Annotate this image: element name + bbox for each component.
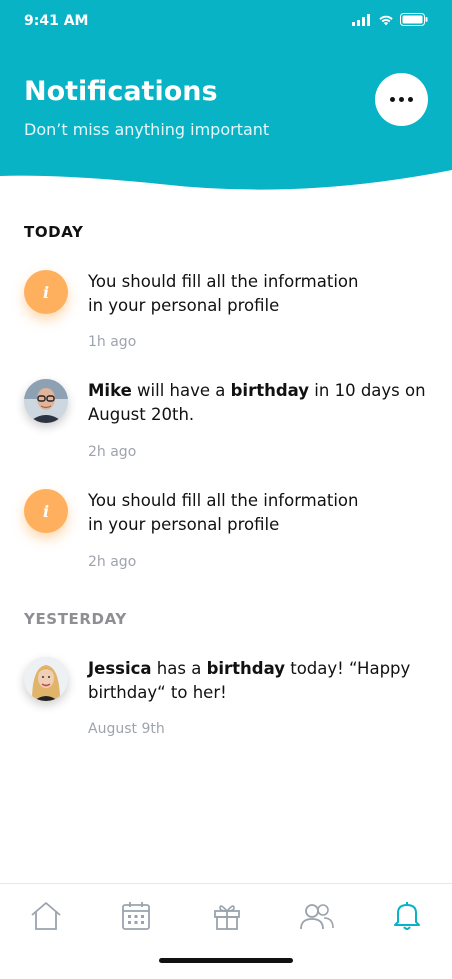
more-dot bbox=[408, 97, 413, 102]
more-dot bbox=[390, 97, 395, 102]
gift-icon bbox=[214, 905, 240, 930]
notification-time: August 9th bbox=[88, 721, 165, 737]
notification-text: Mike will have a birthday in 10 days on … bbox=[88, 379, 433, 427]
people-icon bbox=[300, 904, 334, 930]
notification-line1: You should fill all the information bbox=[88, 491, 359, 510]
bell-icon bbox=[394, 902, 420, 930]
page-title: Notifications bbox=[24, 76, 218, 107]
tab-notifications[interactable] bbox=[389, 898, 425, 934]
notification-line1: You should fill all the information bbox=[88, 272, 359, 291]
notification-text: You should fill all the information in y… bbox=[88, 270, 433, 318]
info-icon: i bbox=[24, 270, 68, 314]
notification-text-part: has a bbox=[151, 659, 207, 678]
notification-name: Mike bbox=[88, 381, 132, 400]
notification-text-part: today! “Happy bbox=[285, 659, 411, 678]
tab-home[interactable] bbox=[28, 898, 64, 934]
home-icon bbox=[31, 902, 61, 930]
status-time: 9:41 AM bbox=[24, 13, 89, 29]
info-glyph: i bbox=[42, 501, 50, 521]
avatar-jessica bbox=[24, 657, 68, 701]
tab-bar bbox=[0, 883, 452, 979]
notification-text-part: will have a bbox=[131, 381, 231, 400]
notification-time: 1h ago bbox=[88, 334, 137, 350]
notification-line2: August 20th. bbox=[88, 405, 195, 424]
notification-line2: in your personal profile bbox=[88, 296, 280, 315]
notification-line2: birthday“ to her! bbox=[88, 683, 227, 702]
section-today: TODAY bbox=[24, 223, 84, 241]
mike-photo bbox=[24, 379, 68, 423]
header-curve bbox=[0, 160, 452, 200]
notification-line2: in your personal profile bbox=[88, 515, 280, 534]
calendar-icon bbox=[122, 902, 150, 930]
section-yesterday: YESTERDAY bbox=[24, 610, 127, 628]
more-dot bbox=[399, 97, 404, 102]
notification-time: 2h ago bbox=[88, 554, 137, 570]
status-bar: 9:41 AM bbox=[0, 0, 452, 44]
avatar-mike bbox=[24, 379, 68, 423]
info-icon: i bbox=[24, 489, 68, 533]
more-options-button[interactable] bbox=[375, 73, 428, 126]
tab-calendar[interactable] bbox=[118, 898, 154, 934]
tab-friends[interactable] bbox=[299, 898, 335, 934]
notification-text-part: in 10 days on bbox=[309, 381, 426, 400]
wifi-icon bbox=[379, 15, 393, 25]
info-glyph: i bbox=[42, 282, 50, 302]
status-icons bbox=[352, 13, 428, 26]
notification-bold: birthday bbox=[206, 659, 285, 678]
page-subtitle: Don’t miss anything important bbox=[24, 120, 270, 139]
home-indicator bbox=[159, 958, 293, 963]
notification-time: 2h ago bbox=[88, 444, 137, 460]
battery-icon bbox=[400, 13, 428, 26]
notification-text: Jessica has a birthday today! “Happy bir… bbox=[88, 657, 433, 705]
signal-icon bbox=[352, 13, 370, 26]
notification-bold: birthday bbox=[230, 381, 310, 400]
tab-gifts[interactable] bbox=[209, 898, 245, 934]
jessica-photo bbox=[24, 657, 68, 701]
notification-text: You should fill all the information in y… bbox=[88, 489, 433, 537]
notification-name: Jessica bbox=[88, 659, 152, 678]
